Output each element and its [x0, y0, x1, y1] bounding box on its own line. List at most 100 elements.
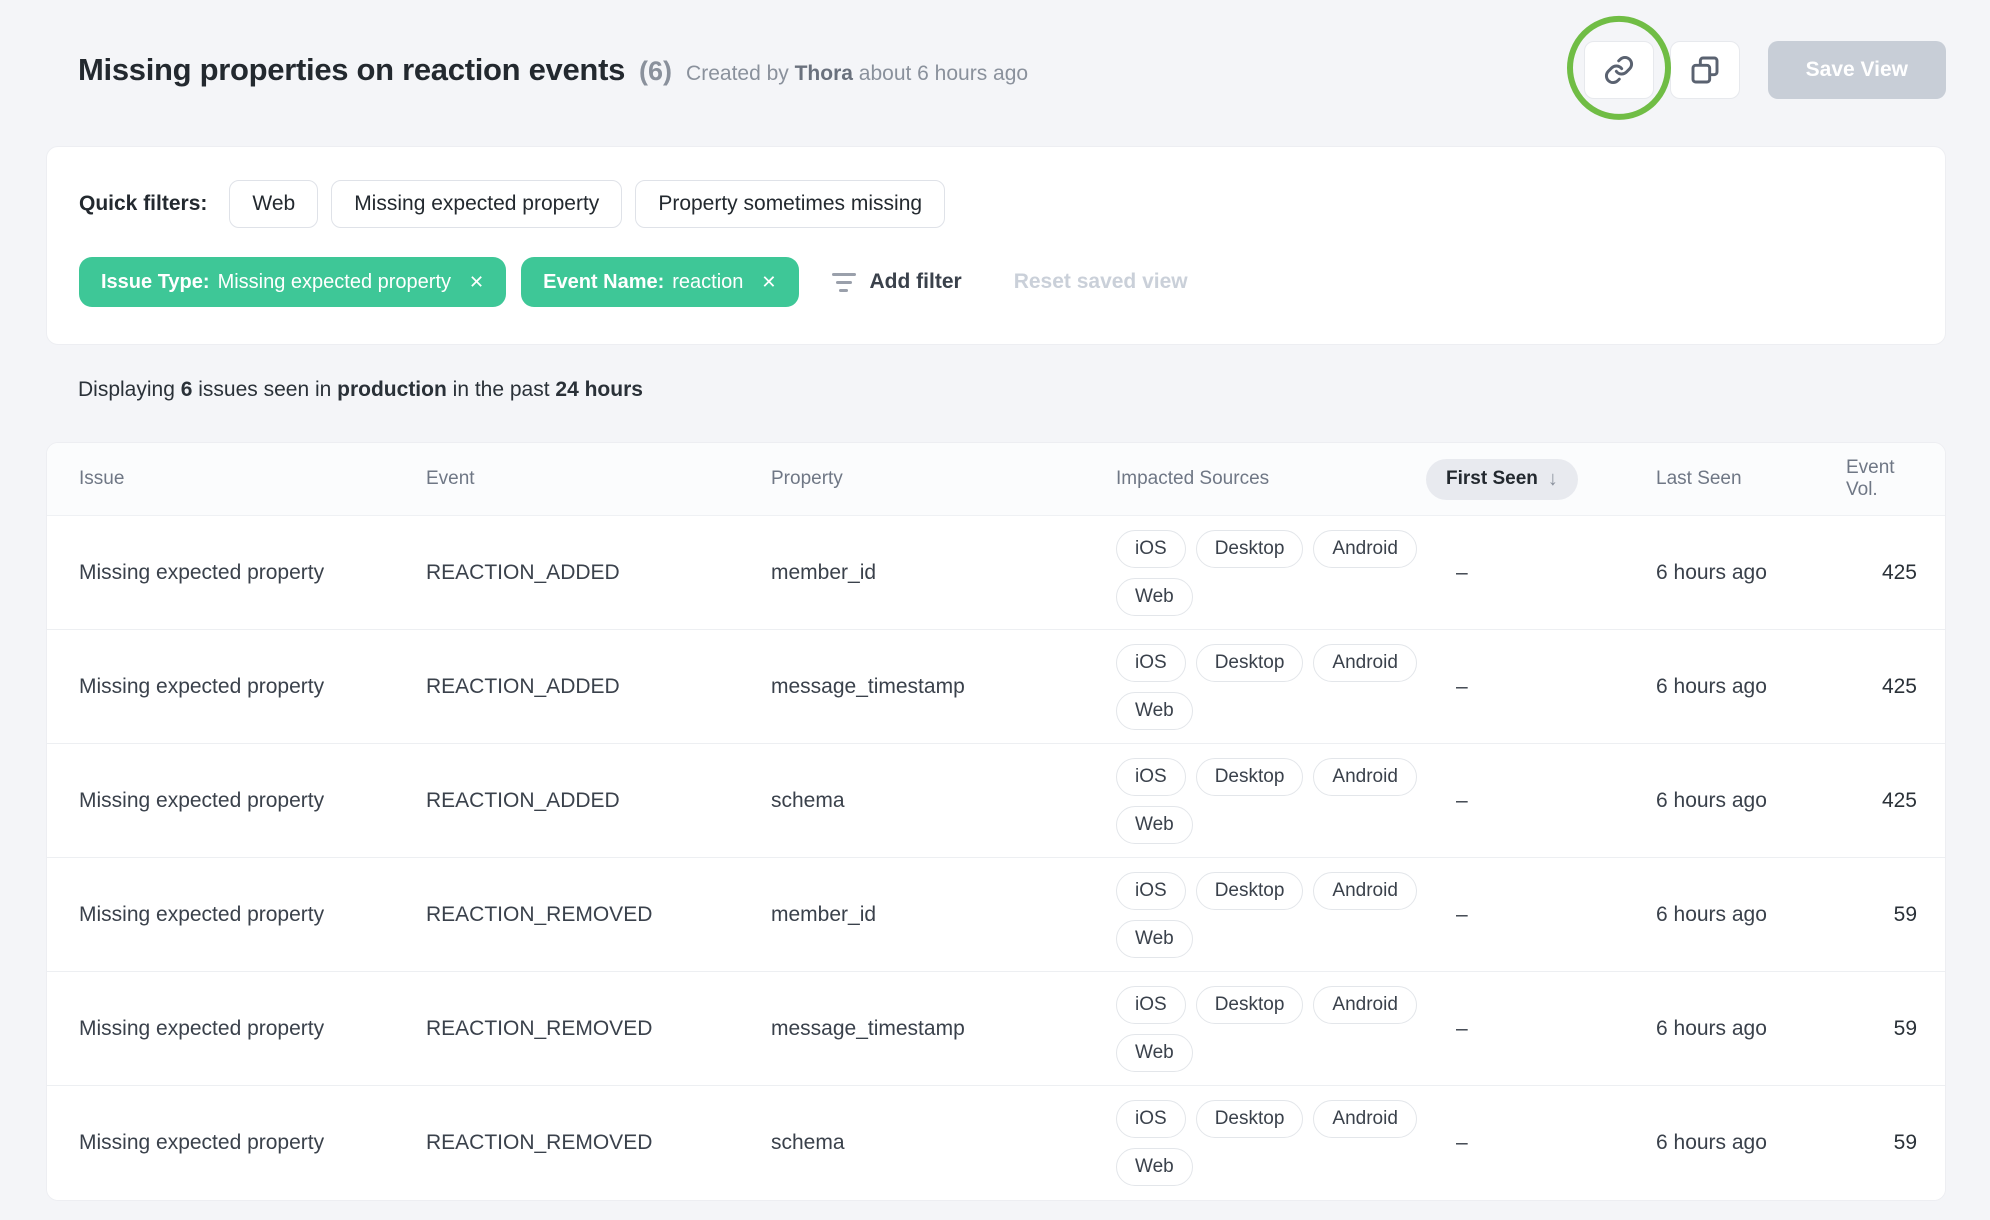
cell-issue: Missing expected property: [79, 1131, 426, 1155]
cell-first-seen: –: [1446, 1131, 1656, 1155]
cell-issue: Missing expected property: [79, 675, 426, 699]
column-header-last-seen: Last Seen: [1656, 468, 1846, 490]
filter-icon: [832, 273, 856, 292]
cell-last-seen: 6 hours ago: [1656, 675, 1846, 699]
cell-impacted-sources: iOSDesktopAndroidWeb: [1116, 754, 1428, 848]
cell-issue: Missing expected property: [79, 789, 426, 813]
table-row[interactable]: Missing expected property REACTION_REMOV…: [47, 858, 1945, 972]
source-chip: iOS: [1116, 872, 1186, 910]
copy-link-button[interactable]: [1584, 41, 1654, 99]
reset-saved-view-button[interactable]: Reset saved view: [1014, 270, 1188, 294]
table-header-row: Issue Event Property Impacted Sources Fi…: [47, 443, 1945, 516]
source-chip: iOS: [1116, 986, 1186, 1024]
cell-first-seen: –: [1446, 561, 1656, 585]
table-body: Missing expected property REACTION_ADDED…: [47, 516, 1945, 1200]
cell-event: REACTION_ADDED: [426, 561, 771, 585]
table-row[interactable]: Missing expected property REACTION_ADDED…: [47, 630, 1945, 744]
cell-last-seen: 6 hours ago: [1656, 789, 1846, 813]
quick-filter-button[interactable]: Missing expected property: [331, 180, 622, 228]
cell-first-seen: –: [1446, 903, 1656, 927]
source-chip: Web: [1116, 806, 1193, 844]
remove-filter-icon[interactable]: ✕: [761, 273, 776, 291]
source-chip: iOS: [1116, 758, 1186, 796]
source-chip: Web: [1116, 692, 1193, 730]
cell-property: schema: [771, 789, 1116, 813]
quick-filter-button[interactable]: Property sometimes missing: [635, 180, 945, 228]
duplicate-view-button[interactable]: [1670, 41, 1740, 99]
column-header-event: Event: [426, 468, 771, 490]
cell-last-seen: 6 hours ago: [1656, 1017, 1846, 1041]
cell-property: member_id: [771, 561, 1116, 585]
cell-impacted-sources: iOSDesktopAndroidWeb: [1116, 982, 1428, 1076]
results-summary: Displaying 6 issues seen in production i…: [78, 378, 1946, 402]
source-chip: Android: [1313, 986, 1417, 1024]
active-filters-row: Issue Type: Missing expected property ✕ …: [79, 257, 1913, 307]
table-row[interactable]: Missing expected property REACTION_ADDED…: [47, 744, 1945, 858]
source-chip: Android: [1313, 758, 1417, 796]
source-chip: Web: [1116, 920, 1193, 958]
cell-impacted-sources: iOS DesktopAndroid Web: [1116, 868, 1428, 962]
cell-event-volume: 425: [1846, 675, 1917, 699]
cell-event: REACTION_ADDED: [426, 675, 771, 699]
sort-first-seen-button[interactable]: First Seen ↓: [1426, 459, 1578, 500]
copy-icon: [1689, 54, 1721, 86]
summary-text: Displaying: [78, 378, 181, 401]
filter-pill-label: Event Name:: [543, 271, 664, 294]
cell-property: message_timestamp: [771, 675, 1116, 699]
cell-impacted-sources: iOSDesktopAndroidWeb: [1116, 1096, 1428, 1190]
cell-first-seen: –: [1446, 1017, 1656, 1041]
active-filter-pills: Issue Type: Missing expected property ✕ …: [79, 257, 814, 307]
cell-last-seen: 6 hours ago: [1656, 1131, 1846, 1155]
remove-filter-icon[interactable]: ✕: [469, 273, 484, 291]
summary-text: in the past: [447, 378, 556, 401]
column-header-first-seen: First Seen ↓: [1446, 459, 1656, 500]
cell-first-seen: –: [1446, 675, 1656, 699]
source-chip: Desktop: [1196, 530, 1304, 568]
quick-filter-button[interactable]: Web: [229, 180, 318, 228]
column-header-impacted-sources: Impacted Sources: [1116, 468, 1446, 490]
source-chip: Android: [1313, 1100, 1417, 1138]
cell-event-volume: 425: [1846, 561, 1917, 585]
cell-issue: Missing expected property: [79, 903, 426, 927]
filter-pill-value: Missing expected property: [218, 271, 451, 294]
active-filter-pill[interactable]: Issue Type: Missing expected property ✕: [79, 257, 506, 307]
source-chip: Desktop: [1196, 872, 1304, 910]
source-chip: iOS: [1116, 644, 1186, 682]
column-header-event-volume: Event Vol.: [1846, 457, 1917, 501]
summary-environment: production: [337, 378, 447, 401]
source-chip: Desktop: [1196, 644, 1304, 682]
source-chip: Android: [1313, 530, 1417, 568]
sort-descending-icon: ↓: [1548, 468, 1558, 491]
cell-event-volume: 59: [1846, 903, 1917, 927]
column-header-property: Property: [771, 468, 1116, 490]
author-name: Thora: [795, 62, 853, 85]
table-row[interactable]: Missing expected property REACTION_REMOV…: [47, 972, 1945, 1086]
add-filter-label: Add filter: [870, 270, 962, 294]
cell-event-volume: 59: [1846, 1017, 1917, 1041]
cell-issue: Missing expected property: [79, 561, 426, 585]
active-filter-pill[interactable]: Event Name: reaction ✕: [521, 257, 798, 307]
source-chip: iOS: [1116, 530, 1186, 568]
source-chip: Android: [1313, 872, 1417, 910]
cell-event: REACTION_ADDED: [426, 789, 771, 813]
table-row[interactable]: Missing expected property REACTION_REMOV…: [47, 1086, 1945, 1200]
quick-filter-buttons: Web Missing expected property Property s…: [229, 180, 945, 228]
cell-issue: Missing expected property: [79, 1017, 426, 1041]
source-chip: iOS: [1116, 1100, 1186, 1138]
summary-count: 6: [181, 378, 193, 401]
save-view-button[interactable]: Save View: [1768, 41, 1946, 99]
source-chip: Web: [1116, 1034, 1193, 1072]
cell-property: schema: [771, 1131, 1116, 1155]
filter-pill-value: reaction: [672, 271, 743, 294]
page: Missing properties on reaction events (6…: [0, 0, 1990, 1201]
cell-property: member_id: [771, 903, 1116, 927]
cell-event: REACTION_REMOVED: [426, 1131, 771, 1155]
table-row[interactable]: Missing expected property REACTION_ADDED…: [47, 516, 1945, 630]
add-filter-button[interactable]: Add filter: [832, 270, 962, 294]
share-link-button-wrap: [1584, 41, 1654, 99]
source-chip: Web: [1116, 578, 1193, 616]
filter-pill-label: Issue Type:: [101, 271, 210, 294]
summary-time-range: 24 hours: [555, 378, 643, 401]
cell-impacted-sources: iOSDesktopAndroidWeb: [1116, 640, 1428, 734]
cell-event: REACTION_REMOVED: [426, 903, 771, 927]
